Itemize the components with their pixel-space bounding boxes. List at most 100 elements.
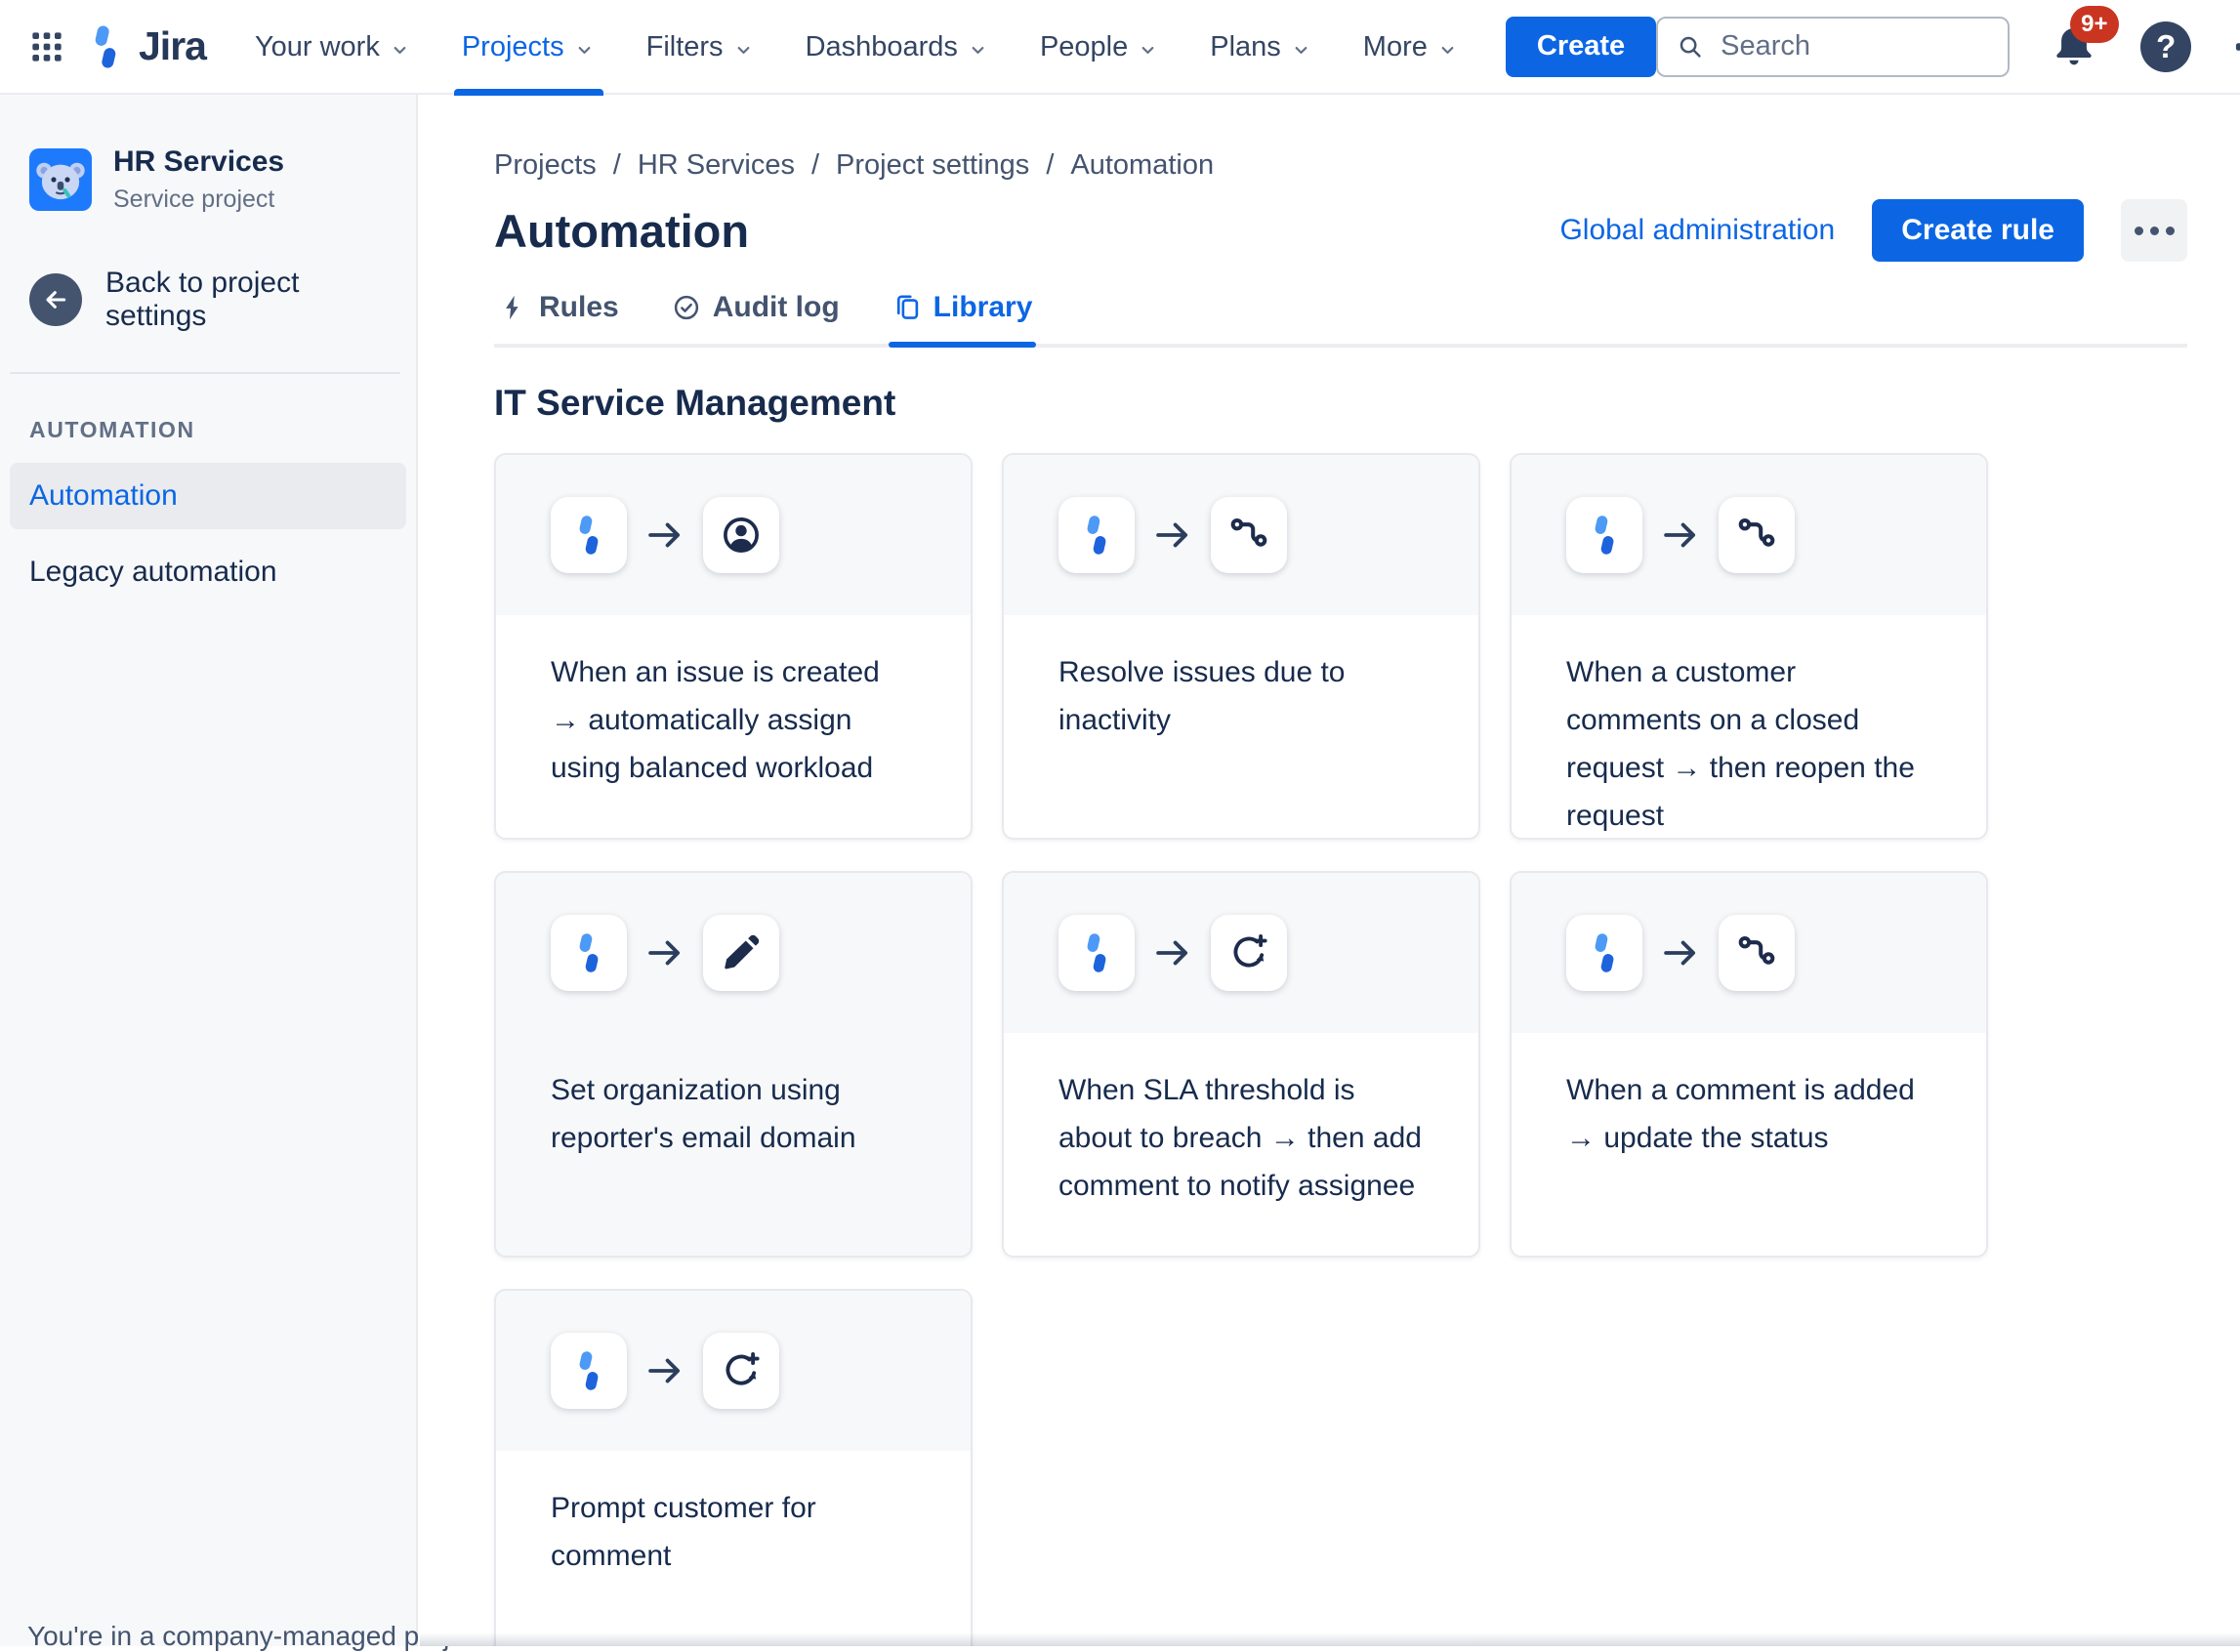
- breadcrumb-separator: /: [1046, 149, 1054, 182]
- question-mark-icon: ?: [2140, 21, 2191, 72]
- card-title: When a comment is added → update the sta…: [1512, 1033, 1986, 1162]
- branch-icon: [1735, 514, 1778, 557]
- tab-library[interactable]: Library: [889, 291, 1037, 344]
- action-tile: [703, 497, 779, 573]
- nav-item-filters[interactable]: Filters: [621, 0, 780, 95]
- automation-template-card[interactable]: Prompt customer for comment: [494, 1289, 973, 1646]
- jira-automation-icon: [567, 1349, 610, 1392]
- arrow-right-icon: [644, 1350, 685, 1391]
- chevron-down-icon: [1436, 34, 1459, 62]
- card-icon-strip: [496, 455, 971, 615]
- trigger-tile: [1566, 497, 1642, 573]
- notifications-button[interactable]: 9+: [2047, 20, 2101, 74]
- sidebar-item-automation[interactable]: Automation: [10, 463, 406, 529]
- action-tile: [1719, 915, 1795, 991]
- check-circle-icon: [672, 293, 701, 322]
- top-nav-right: 9+ ?: [1656, 17, 2240, 77]
- create-rule-button[interactable]: Create rule: [1872, 199, 2084, 262]
- card-icon-strip: [496, 873, 971, 1033]
- chevron-down-icon: [732, 34, 755, 62]
- chevron-down-icon: [573, 34, 596, 62]
- sidebar-item-legacy-automation[interactable]: Legacy automation: [10, 539, 406, 605]
- breadcrumb-item-hr-services[interactable]: HR Services: [638, 149, 795, 182]
- tab-audit-log[interactable]: Audit log: [668, 291, 844, 344]
- jira-automation-icon: [567, 514, 610, 557]
- nav-item-people[interactable]: People: [1015, 0, 1184, 95]
- nav-item-label: Your work: [255, 31, 380, 63]
- tab-rules[interactable]: Rules: [494, 291, 623, 344]
- breadcrumb-separator: /: [811, 149, 819, 182]
- nav-item-label: Dashboards: [806, 31, 958, 63]
- back-to-project-settings[interactable]: Back to project settings: [29, 267, 400, 333]
- project-type: Service project: [113, 186, 284, 214]
- more-options-button[interactable]: [2121, 199, 2187, 262]
- create-button[interactable]: Create: [1506, 17, 1656, 77]
- person-icon: [720, 514, 763, 557]
- arrow-right-icon: [1152, 932, 1193, 973]
- automation-template-card[interactable]: Set organization using reporter's email …: [494, 871, 973, 1258]
- jira-automation-icon: [1075, 931, 1118, 974]
- card-title: Set organization using reporter's email …: [496, 1033, 971, 1162]
- jira-automation-icon: [1075, 514, 1118, 557]
- ellipsis-icon: [2135, 227, 2175, 235]
- action-tile: [1719, 497, 1795, 573]
- lightning-icon: [498, 293, 527, 322]
- tab-label: Rules: [539, 291, 619, 324]
- breadcrumb: Projects/HR Services/Project settings/Au…: [494, 149, 2187, 182]
- automation-template-card[interactable]: When an issue is created → automatically…: [494, 453, 973, 840]
- back-label: Back to project settings: [105, 267, 400, 333]
- branch-icon: [1227, 514, 1270, 557]
- sidebar-section-label: AUTOMATION: [29, 417, 416, 443]
- jira-automation-icon: [1583, 931, 1626, 974]
- card-title: Resolve issues due to inactivity: [1004, 615, 1478, 744]
- jira-mark-icon: [82, 23, 129, 70]
- arrow-right-icon: [1660, 515, 1701, 556]
- sidebar: HR Services Service project Back to proj…: [0, 95, 418, 1646]
- app-switcher-icon[interactable]: [27, 20, 66, 74]
- action-tile: [1211, 497, 1287, 573]
- search-input[interactable]: [1719, 29, 1990, 63]
- jira-logo[interactable]: Jira: [82, 23, 206, 70]
- help-button[interactable]: ?: [2138, 20, 2193, 74]
- action-tile: [703, 1333, 779, 1409]
- global-administration-link[interactable]: Global administration: [1559, 214, 1835, 247]
- notification-badge: 9+: [2070, 6, 2118, 43]
- project-header: HR Services Service project: [29, 145, 400, 214]
- nav-item-your-work[interactable]: Your work: [229, 0, 436, 95]
- breadcrumb-item-automation[interactable]: Automation: [1070, 149, 1214, 182]
- tab-bar: Rules Audit log Library: [494, 291, 2187, 348]
- breadcrumb-item-projects[interactable]: Projects: [494, 149, 597, 182]
- gear-icon: [2233, 22, 2240, 71]
- card-title: When SLA threshold is about to breach → …: [1004, 1033, 1478, 1210]
- automation-template-card[interactable]: When a customer comments on a closed req…: [1510, 453, 1988, 840]
- automation-template-card[interactable]: When a comment is added → update the sta…: [1510, 871, 1988, 1258]
- automation-template-card[interactable]: When SLA threshold is about to breach → …: [1002, 871, 1480, 1258]
- nav-item-label: People: [1040, 31, 1128, 63]
- nav-item-projects[interactable]: Projects: [436, 0, 621, 95]
- breadcrumb-item-project-settings[interactable]: Project settings: [836, 149, 1029, 182]
- sidebar-item-label: Automation: [29, 479, 178, 513]
- settings-button[interactable]: [2230, 20, 2240, 74]
- nav-item-plans[interactable]: Plans: [1184, 0, 1338, 95]
- card-icon-strip: [1004, 873, 1478, 1033]
- card-icon-strip: [1512, 873, 1986, 1033]
- add-comment-icon: [720, 1349, 763, 1392]
- chevron-down-icon: [967, 34, 989, 62]
- nav-item-dashboards[interactable]: Dashboards: [780, 0, 1015, 95]
- trigger-tile: [1058, 915, 1135, 991]
- koala-avatar-icon: [33, 152, 88, 207]
- automation-template-card[interactable]: Resolve issues due to inactivity: [1002, 453, 1480, 840]
- chevron-down-icon: [389, 34, 411, 62]
- nav-item-more[interactable]: More: [1338, 0, 1484, 95]
- trigger-tile: [551, 497, 627, 573]
- action-tile: [1211, 915, 1287, 991]
- search-field[interactable]: [1656, 17, 2010, 77]
- arrow-right-icon: [644, 932, 685, 973]
- project-name: HR Services: [113, 145, 284, 179]
- arrow-right-icon: [644, 515, 685, 556]
- chevron-down-icon: [1290, 34, 1312, 62]
- trigger-tile: [551, 915, 627, 991]
- add-comment-icon: [1227, 931, 1270, 974]
- card-title: When an issue is created → automatically…: [496, 615, 971, 792]
- nav-item-label: Projects: [462, 31, 564, 63]
